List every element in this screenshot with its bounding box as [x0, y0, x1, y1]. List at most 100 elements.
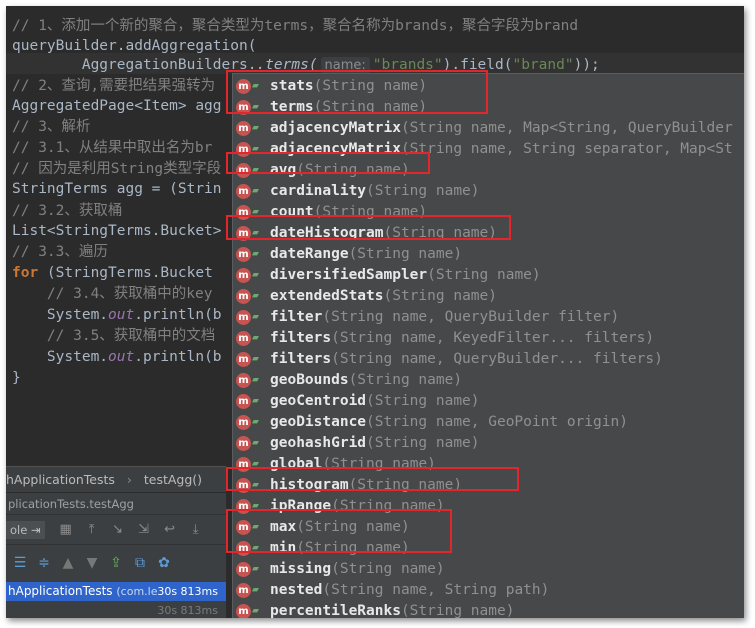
completion-method-params: (String name)	[322, 456, 436, 472]
settings-icon[interactable]: ✿	[154, 553, 174, 573]
code-line[interactable]: // 3.2、获取桶	[12, 201, 122, 222]
completion-method-params: (String name)	[366, 435, 480, 451]
code-token: // 3.4、获取桶中的key	[12, 286, 213, 302]
code-line[interactable]: // 3、解析	[12, 117, 90, 138]
code-line[interactable]: queryBuilder.addAggregation(	[12, 36, 256, 57]
code-line[interactable]: StringTerms agg = (Strin	[12, 179, 222, 200]
method-icon: m	[236, 352, 251, 367]
code-line[interactable]: // 3.5、获取桶中的文档	[12, 326, 215, 347]
static-lock-icon: ▰	[252, 480, 259, 490]
completion-item-text: missing(String name)	[270, 559, 445, 580]
completion-item[interactable]: m ▰ nested(String name, String path)	[233, 580, 744, 601]
completion-item[interactable]: m ▰ dateHistogram(String name)	[233, 223, 744, 244]
grid-icon[interactable]: ▦	[57, 521, 75, 539]
run-tab[interactable]: plicationTests.testAgg	[6, 492, 226, 514]
code-line[interactable]: for (StringTerms.Bucket	[12, 263, 222, 284]
previous-icon[interactable]: ▲	[58, 553, 78, 573]
completion-item[interactable]: m ▰ max(String name)	[233, 517, 744, 538]
align-top-icon[interactable]: ⤒	[83, 521, 101, 539]
completion-item[interactable]: m ▰ filters(String name, QueryBuilder... f…	[233, 349, 744, 370]
completion-item-text: diversifiedSampler(String name)	[270, 265, 541, 286]
completion-item[interactable]: m ▰ cardinality(String name)	[233, 181, 744, 202]
breadcrumb-method[interactable]: testAgg()	[144, 467, 202, 492]
completion-method-name: adjacencyMatrix	[270, 120, 401, 136]
completion-item[interactable]: m ▰ avg(String name)	[233, 160, 744, 181]
next-icon[interactable]: ▼	[82, 553, 102, 573]
static-lock-icon: ▰	[252, 417, 259, 427]
completion-method-name: filters	[270, 330, 332, 346]
completion-item-text: dateHistogram(String name)	[270, 223, 497, 244]
code-line[interactable]: // 3.3、遍历	[12, 242, 108, 263]
completion-method-params: (String name)	[313, 78, 428, 94]
completion-item[interactable]: m ▰ histogram(String name)	[233, 475, 744, 496]
completion-method-name: stats	[270, 78, 314, 94]
align-bottom-icon[interactable]: ⤓	[187, 521, 205, 539]
completion-method-name: geoDistance	[270, 414, 367, 430]
completion-item[interactable]: m ▰ dateRange(String name)	[233, 244, 744, 265]
completion-item[interactable]: m ▰ extendedStats(String name)	[233, 286, 744, 307]
static-lock-icon: ▰	[252, 144, 259, 154]
method-icon: m	[236, 415, 251, 430]
completion-item[interactable]: m ▰ stats(String name)	[233, 76, 744, 97]
code-token: // 3.1、从结果中取出名为br	[12, 140, 213, 156]
code-line[interactable]: // 3.4、获取桶中的key	[12, 284, 213, 305]
completion-method-params: (String name)	[296, 162, 410, 178]
code-line[interactable]: // 3.1、从结果中取出名为br	[12, 138, 212, 159]
completion-item[interactable]: m ▰ ipRange(String name)	[233, 496, 744, 517]
console-tab[interactable]: ole ⇥	[6, 520, 45, 539]
completion-method-params: (String name)	[383, 288, 498, 304]
arrow-down-icon[interactable]: ⇲	[135, 521, 153, 539]
import-icon[interactable]: ⧉	[130, 553, 150, 573]
test-result-row[interactable]: 30s 813ms	[6, 601, 226, 618]
soft-wrap-icon[interactable]: ↩	[161, 521, 179, 539]
parameter-hint: name:	[320, 57, 370, 74]
completion-method-params: (String name)	[366, 183, 480, 199]
code-completion-popup[interactable]: m ▰ stats(String name) m ▰ terms(String name)…	[232, 73, 744, 618]
test-result-row[interactable]: hApplicationTests (com.le 30s 813ms	[6, 582, 226, 601]
completion-item[interactable]: m ▰ global(String name)	[233, 454, 744, 475]
code-line[interactable]: AggregatedPage<Item> agg	[12, 96, 222, 117]
method-icon: m	[236, 562, 251, 577]
completion-item[interactable]: m ▰ terms(String name)	[233, 97, 744, 118]
code-line[interactable]: // 2、查询,需要把结果强转为	[12, 76, 215, 97]
completion-item[interactable]: m ▰ filter(String name, QueryBuilder filte…	[233, 307, 744, 328]
code-line[interactable]: // 1、添加一个新的聚合，聚合类型为terms，聚合名称为brands，聚合字…	[12, 16, 578, 37]
method-icon: m	[236, 142, 251, 157]
method-icon: m	[236, 247, 251, 262]
export-icon[interactable]: ⇪	[106, 553, 126, 573]
completion-item[interactable]: m ▰ geohashGrid(String name)	[233, 433, 744, 454]
completion-item[interactable]: m ▰ adjacencyMatrix(String name, String se…	[233, 139, 744, 160]
static-lock-icon: ▰	[252, 564, 259, 574]
code-line[interactable]: System.out.println(b	[12, 305, 222, 326]
breadcrumb-class[interactable]: hApplicationTests	[6, 467, 115, 492]
completion-method-name: geoBounds	[270, 372, 349, 388]
code-line[interactable]: }	[12, 368, 21, 389]
completion-item-text: avg(String name)	[270, 160, 410, 181]
completion-item[interactable]: m ▰ geoDistance(String name, GeoPoint orig…	[233, 412, 744, 433]
completion-item[interactable]: m ▰ geoBounds(String name)	[233, 370, 744, 391]
code-line[interactable]: // 因为是利用String类型字段	[12, 159, 221, 180]
completion-item[interactable]: m ▰ filters(String name, KeyedFilter... fi…	[233, 328, 744, 349]
completion-item[interactable]: m ▰ min(String name)	[233, 538, 744, 559]
expand-all-icon[interactable]: ☰	[10, 553, 30, 573]
arrow-down-right-icon[interactable]: ↘	[109, 521, 127, 539]
static-lock-icon: ▰	[252, 312, 259, 322]
completion-method-name: count	[270, 204, 314, 220]
completion-item[interactable]: m ▰ geoCentroid(String name)	[233, 391, 744, 412]
completion-item[interactable]: m ▰ count(String name)	[233, 202, 744, 223]
code-line[interactable]: List<StringTerms.Bucket>	[12, 221, 222, 242]
collapse-all-icon[interactable]: ≑	[34, 553, 54, 573]
method-icon: m	[236, 394, 251, 409]
completion-item[interactable]: m ▰ missing(String name)	[233, 559, 744, 580]
completion-item[interactable]: m ▰ adjacencyMatrix(String name, Map<Strin…	[233, 118, 744, 139]
method-icon: m	[236, 184, 251, 199]
completion-method-name: cardinality	[270, 183, 367, 199]
completion-method-params: (String name, GeoPoint origin)	[366, 414, 628, 430]
completion-item[interactable]: m ▰ percentileRanks(String name)	[233, 601, 744, 618]
completion-item[interactable]: m ▰ diversifiedSampler(String name)	[233, 265, 744, 286]
code-line[interactable]: System.out.println(b	[12, 347, 222, 368]
method-icon: m	[236, 331, 251, 346]
code-token: System.	[12, 349, 109, 365]
completion-method-params: (String name, QueryBuilder filter)	[322, 309, 620, 325]
static-lock-icon: ▰	[252, 501, 259, 511]
